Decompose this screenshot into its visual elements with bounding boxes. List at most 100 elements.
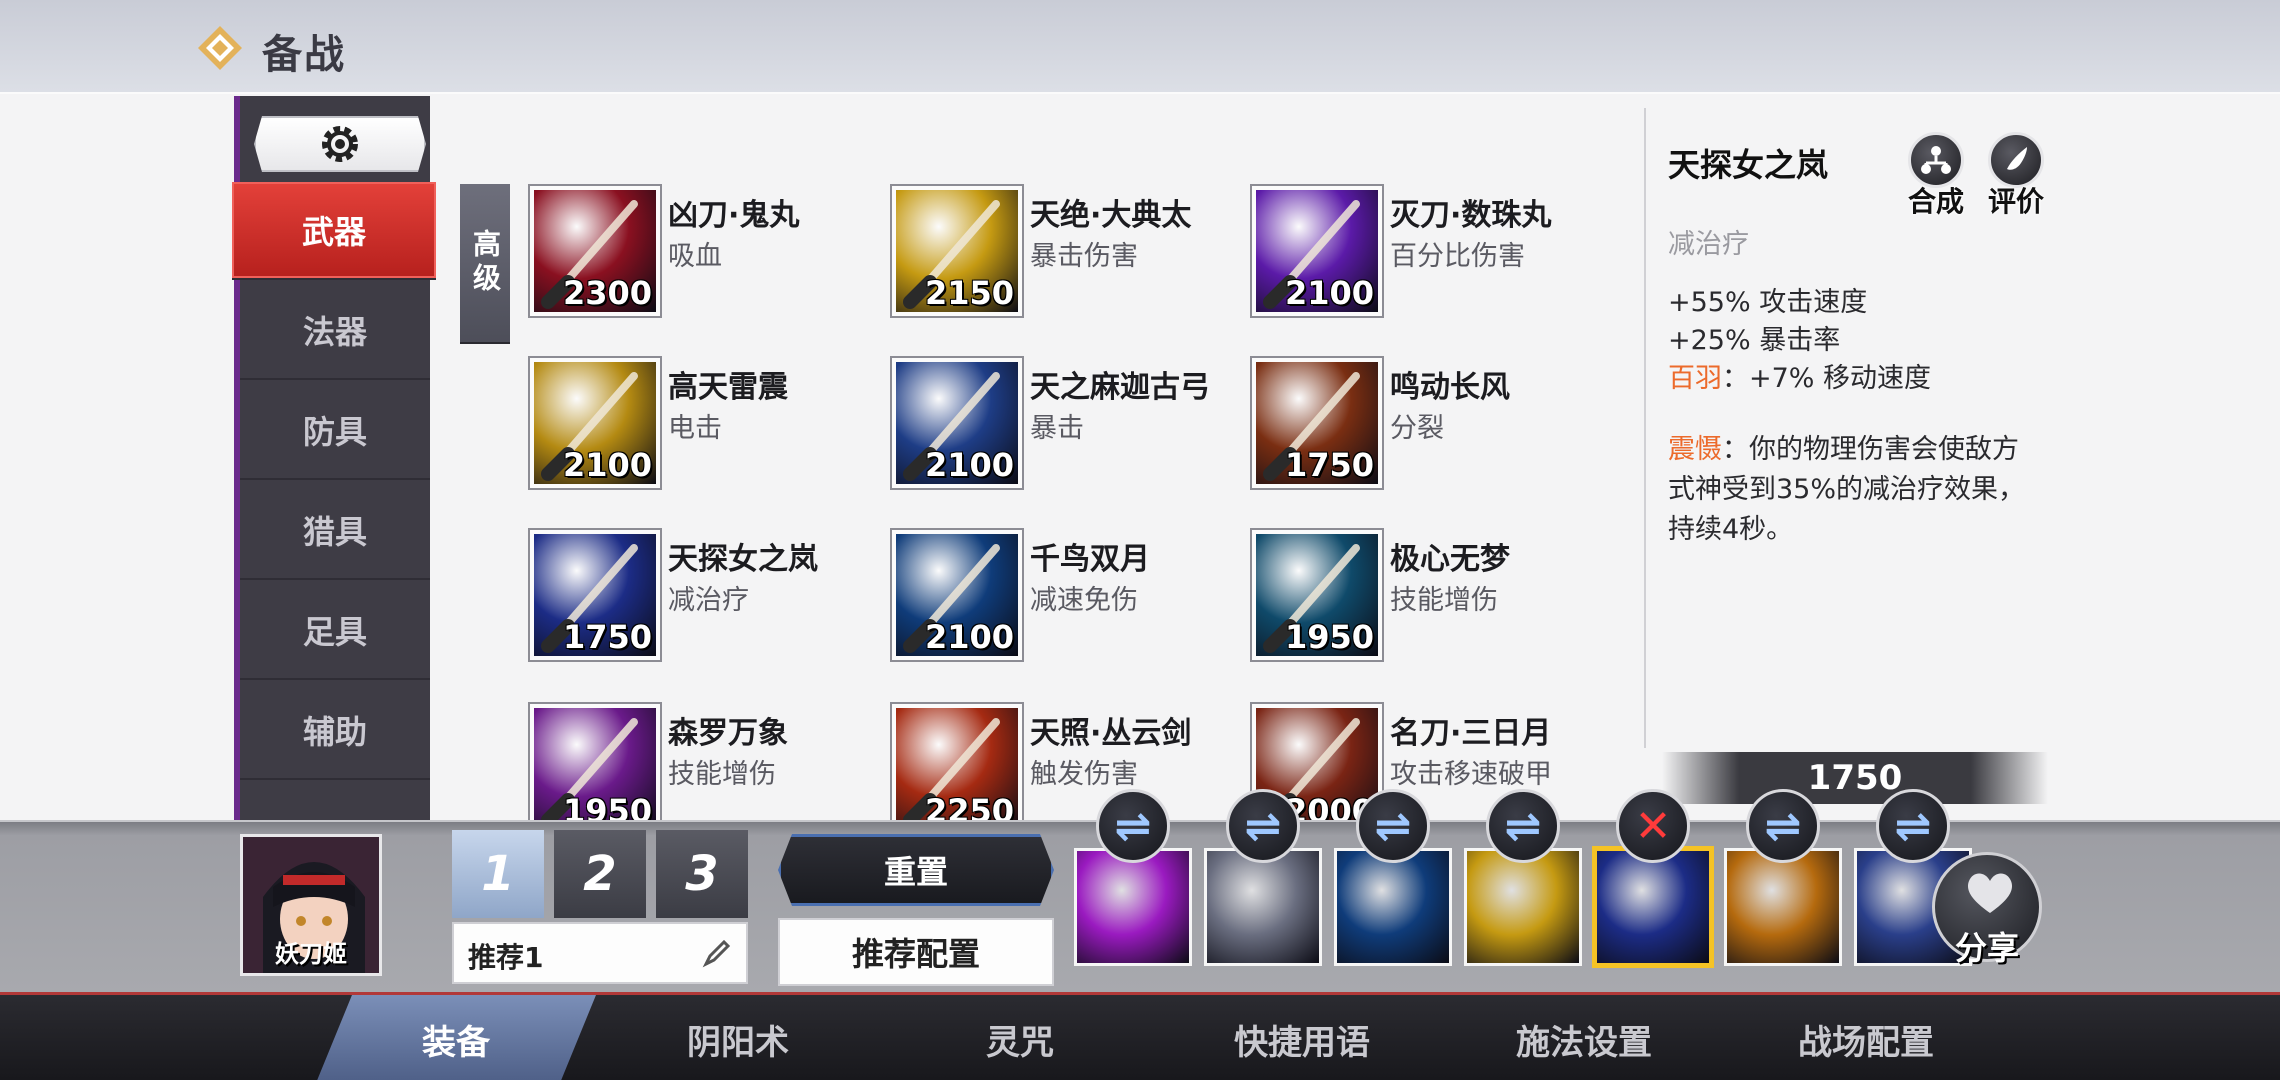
preset-slot-tab[interactable]: 1: [452, 830, 544, 918]
stat-line: +25% 暴击率: [1668, 325, 1841, 356]
item-price: 2100: [924, 446, 1014, 484]
equipment-item-icon: 1750: [530, 530, 660, 660]
item-desc: 分裂: [1390, 413, 1444, 444]
category-tab[interactable]: 防具: [240, 382, 430, 480]
item-desc: 百分比伤害: [1390, 241, 1525, 272]
equipment-item[interactable]: 2150 天绝·大典太 暴击伤害: [892, 186, 1232, 326]
item-name: 高天雷震: [668, 370, 788, 405]
equipment-item[interactable]: 1950 极心无梦 技能增伤: [1252, 530, 1592, 670]
equipped-item-slot[interactable]: ✕: [1594, 789, 1712, 966]
item-desc: 吸血: [668, 241, 722, 272]
equipped-item-slot[interactable]: ⇌: [1724, 789, 1842, 966]
category-tab[interactable]: 足具: [240, 582, 430, 680]
equipment-item[interactable]: 1750 天探女之岚 减治疗: [530, 530, 870, 670]
settings-button[interactable]: [254, 116, 426, 172]
swap-icon[interactable]: ⇌: [1356, 789, 1430, 863]
character-name: 妖刀姬: [275, 940, 347, 968]
item-desc: 电击: [668, 413, 722, 444]
detail-panel: 天探女之岚 合成 评价 减治疗 +55% 攻击速度 +25% 暴击率 百羽：+7…: [1644, 108, 2204, 748]
equipped-item-slot[interactable]: ⇌: [1074, 789, 1192, 966]
bottom-tab-bar: 装备 阴阳术 灵咒 快捷用语 施法设置 战场配置: [0, 992, 2280, 1080]
heart-share-icon: [1967, 873, 2013, 913]
item-price: 2100: [562, 446, 652, 484]
equipped-item-slot[interactable]: ⇌: [1204, 789, 1322, 966]
share-label: 分享: [1954, 929, 2019, 967]
pencil-icon: [702, 939, 731, 968]
share-button[interactable]: 分享: [1932, 852, 2042, 967]
swap-icon[interactable]: ⇌: [1096, 789, 1170, 863]
item-name: 名刀·三日月: [1390, 716, 1552, 751]
bottom-tab[interactable]: 装备: [316, 995, 596, 1080]
stat-line-extra: 百羽：+7% 移动速度: [1668, 360, 1931, 398]
category-tab[interactable]: 猎具: [240, 482, 430, 580]
item-price: 2100: [924, 618, 1014, 656]
diamond-logo-icon: [198, 26, 242, 70]
equipment-item[interactable]: 2300 凶刀·鬼丸吸血: [530, 186, 870, 326]
category-tab[interactable]: 武器: [232, 182, 436, 280]
item-desc: 触发伤害: [1030, 759, 1138, 790]
equipment-item-icon: 2100: [1252, 186, 1382, 316]
detail-passive: 震慑：你的物理伤害会使敌方式神受到35%的减治疗效果，持续4秒。: [1668, 430, 2028, 550]
equipped-item-slot[interactable]: ⇌: [1464, 789, 1582, 966]
equipped-item-slot[interactable]: ⇌: [1334, 789, 1452, 966]
preset-slot-tab[interactable]: 3: [656, 830, 748, 918]
item-name: 森罗万象: [668, 716, 788, 751]
swap-icon[interactable]: ⇌: [1876, 789, 1950, 863]
item-desc: 暴击: [1030, 413, 1084, 444]
swap-icon[interactable]: ⇌: [1486, 789, 1560, 863]
swap-icon[interactable]: ⇌: [1746, 789, 1820, 863]
swap-icon[interactable]: ⇌: [1226, 789, 1300, 863]
recommend-config-button[interactable]: 推荐配置: [778, 918, 1054, 986]
item-name: 天探女之岚: [668, 542, 818, 577]
equipment-item-icon: 1950: [530, 704, 660, 834]
bottom-tab[interactable]: 灵咒: [880, 995, 1160, 1080]
item-price: 2100: [1284, 274, 1374, 312]
item-desc: 攻击移速破甲: [1390, 759, 1552, 790]
loadout-bar: 妖刀姬 123 推荐1 重置 推荐配置 ⇌ ⇌ ⇌ ⇌ ✕ ⇌ ⇌ 分享: [0, 789, 2280, 992]
reset-button[interactable]: 重置: [778, 834, 1054, 906]
equipment-item[interactable]: 2100 高天雷震电击: [530, 358, 870, 498]
equipment-item-icon: 2100: [892, 358, 1022, 488]
synth-label: 合成: [1907, 185, 1964, 218]
stat-line: +55% 攻击速度: [1668, 287, 1868, 318]
extra-text: ：+7% 移动速度: [1722, 363, 1932, 394]
category-tab[interactable]: 法器: [240, 282, 430, 380]
rate-label: 评价: [1987, 185, 2044, 218]
passive-label: 震慑: [1668, 434, 1722, 465]
equipment-item[interactable]: 2100 千鸟双月 减速免伤: [892, 530, 1232, 670]
gold-cost: 1750: [1662, 752, 2048, 804]
category-sidebar: 武器 法器 防具 猎具 足具 辅助: [232, 96, 436, 820]
detail-subtitle: 减治疗: [1668, 229, 1749, 260]
bottom-tab[interactable]: 施法设置: [1444, 995, 1724, 1080]
equipment-item-icon: 2300: [530, 186, 660, 316]
item-price: 2300: [562, 274, 652, 312]
equipment-item[interactable]: 2100 天之麻迦古弓暴击: [892, 358, 1232, 498]
equipment-item-icon: 2150: [892, 186, 1022, 316]
bottom-tab[interactable]: 阴阳术: [598, 995, 878, 1080]
preset-name-field[interactable]: 推荐1: [452, 922, 748, 984]
category-tab[interactable]: 辅助: [240, 682, 430, 780]
item-name: 天绝·大典太: [1030, 198, 1192, 233]
bottom-tab[interactable]: 快捷用语: [1162, 995, 1442, 1080]
synth-button[interactable]: 合成: [1900, 132, 1972, 220]
item-price: 1750: [1284, 446, 1374, 484]
bottom-tab[interactable]: 战场配置: [1726, 995, 2006, 1080]
character-portrait[interactable]: 妖刀姬: [240, 834, 382, 976]
equipment-item-icon: 2100: [530, 358, 660, 488]
rate-button[interactable]: 评价: [1980, 132, 2052, 220]
extra-label: 百羽: [1668, 363, 1722, 394]
page-title: 备战: [262, 32, 346, 78]
item-name: 天之麻迦古弓: [1030, 370, 1210, 405]
gear-icon: [318, 122, 362, 166]
item-name: 凶刀·鬼丸: [668, 198, 800, 233]
preset-name-text: 推荐1: [468, 941, 544, 974]
item-price: 1750: [562, 618, 652, 656]
item-name: 极心无梦: [1390, 542, 1510, 577]
preset-slot-tab[interactable]: 2: [554, 830, 646, 918]
equipment-item[interactable]: 1750 鸣动长风 分裂: [1252, 358, 1592, 498]
remove-icon[interactable]: ✕: [1616, 789, 1690, 863]
detail-item-name: 天探女之岚: [1668, 146, 1829, 184]
equipment-item[interactable]: 2100 灭刀·数珠丸 百分比伤害: [1252, 186, 1592, 326]
detail-stats: +55% 攻击速度 +25% 暴击率 百羽：+7% 移动速度: [1668, 284, 1931, 398]
tier-tag: 高级: [460, 184, 510, 342]
